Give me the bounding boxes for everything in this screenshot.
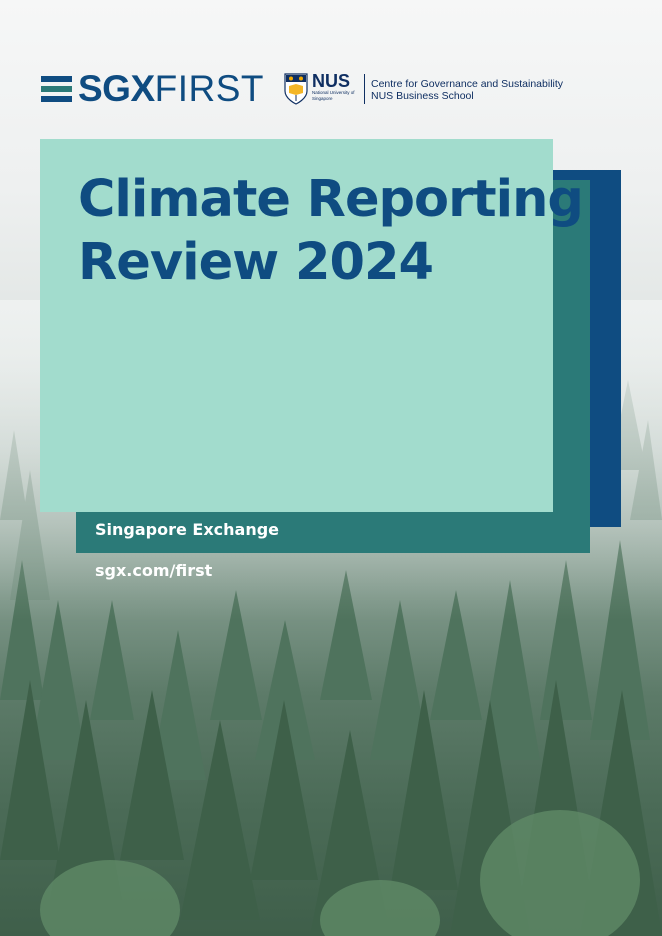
nus-logo: NUS National University of Singapore Cen… bbox=[284, 72, 563, 106]
report-title-line1: Climate Reporting bbox=[78, 170, 584, 229]
nus-divider bbox=[364, 74, 365, 104]
nus-text: NUS National University of Singapore bbox=[312, 72, 358, 101]
nus-centre-line1: Centre for Governance and Sustainability bbox=[371, 78, 564, 90]
sgx-wordmark: SGXFIRST bbox=[78, 70, 264, 107]
report-title: Climate Reporting Review 2024 bbox=[78, 168, 584, 294]
website-url: sgx.com/first bbox=[95, 561, 213, 580]
sgx-first-logo: SGXFIRST bbox=[41, 70, 264, 107]
nus-centre-line2: NUS Business School bbox=[371, 90, 474, 102]
nus-centre-name: Centre for Governance and Sustainability… bbox=[371, 78, 563, 102]
sgx-wordmark-bold: SGX bbox=[78, 68, 155, 109]
organisation-name: Singapore Exchange bbox=[95, 520, 280, 539]
nus-name: NUS bbox=[312, 71, 351, 91]
report-title-line2: Review 2024 bbox=[78, 233, 434, 292]
nus-subtext: National University of Singapore bbox=[312, 90, 355, 101]
sgx-bars-icon bbox=[41, 74, 72, 104]
nus-crest-icon bbox=[284, 73, 308, 105]
sgx-wordmark-light: FIRST bbox=[154, 68, 265, 109]
